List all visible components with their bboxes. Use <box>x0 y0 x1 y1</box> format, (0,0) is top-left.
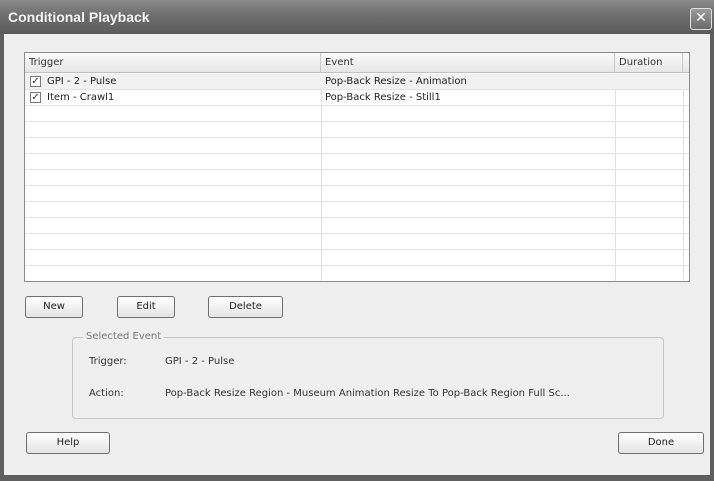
window-bottom-border <box>0 475 714 481</box>
selected-event-title: Selected Event <box>83 331 165 342</box>
close-icon[interactable]: ✕ <box>690 8 712 30</box>
title-bar[interactable]: Conditional Playback ✕ <box>0 0 714 34</box>
action-label: Action: <box>89 388 124 399</box>
table-row[interactable]: ✓ Item - Crawl1 Pop-Back Resize - Still1 <box>25 90 689 106</box>
trigger-cell: Item - Crawl1 <box>47 92 115 103</box>
column-header-duration[interactable]: Duration <box>615 53 683 73</box>
event-cell: Pop-Back Resize - Still1 <box>325 92 441 103</box>
help-button[interactable]: Help <box>26 432 110 454</box>
event-cell: Pop-Back Resize - Animation <box>325 76 467 87</box>
trigger-value: GPI - 2 - Pulse <box>165 356 235 367</box>
column-header-event[interactable]: Event <box>321 53 615 73</box>
edit-button[interactable]: Edit <box>117 296 175 318</box>
selected-event-group: Selected Event Trigger: GPI - 2 - Pulse … <box>72 331 664 419</box>
empty-row <box>25 170 689 186</box>
row-checkbox[interactable]: ✓ <box>30 92 41 103</box>
list-rows: ✓ GPI - 2 - Pulse Pop-Back Resize - Anim… <box>25 74 689 266</box>
empty-row <box>25 218 689 234</box>
duration-cell <box>619 74 681 89</box>
empty-row <box>25 122 689 138</box>
window-title: Conditional Playback <box>8 9 150 25</box>
empty-row <box>25 186 689 202</box>
conditions-list[interactable]: Trigger Event Duration ✓ GPI - 2 - Pulse… <box>24 52 690 282</box>
empty-row <box>25 138 689 154</box>
empty-row <box>25 154 689 170</box>
done-button[interactable]: Done <box>618 432 704 454</box>
trigger-label: Trigger: <box>89 356 127 367</box>
new-button[interactable]: New <box>25 296 83 318</box>
row-checkbox[interactable]: ✓ <box>30 76 41 87</box>
column-header-trigger[interactable]: Trigger <box>25 53 321 73</box>
empty-row <box>25 202 689 218</box>
delete-button[interactable]: Delete <box>208 296 283 318</box>
empty-row <box>25 106 689 122</box>
list-header: Trigger Event Duration <box>25 53 689 73</box>
dialog-body: Trigger Event Duration ✓ GPI - 2 - Pulse… <box>4 34 710 475</box>
empty-row <box>25 250 689 266</box>
table-row[interactable]: ✓ GPI - 2 - Pulse Pop-Back Resize - Anim… <box>25 74 689 90</box>
duration-cell <box>619 90 681 105</box>
trigger-cell: GPI - 2 - Pulse <box>47 76 117 87</box>
dialog-window: Conditional Playback ✕ Trigger Event Dur… <box>0 0 714 481</box>
empty-row <box>25 234 689 250</box>
action-value: Pop-Back Resize Region - Museum Animatio… <box>165 388 570 399</box>
